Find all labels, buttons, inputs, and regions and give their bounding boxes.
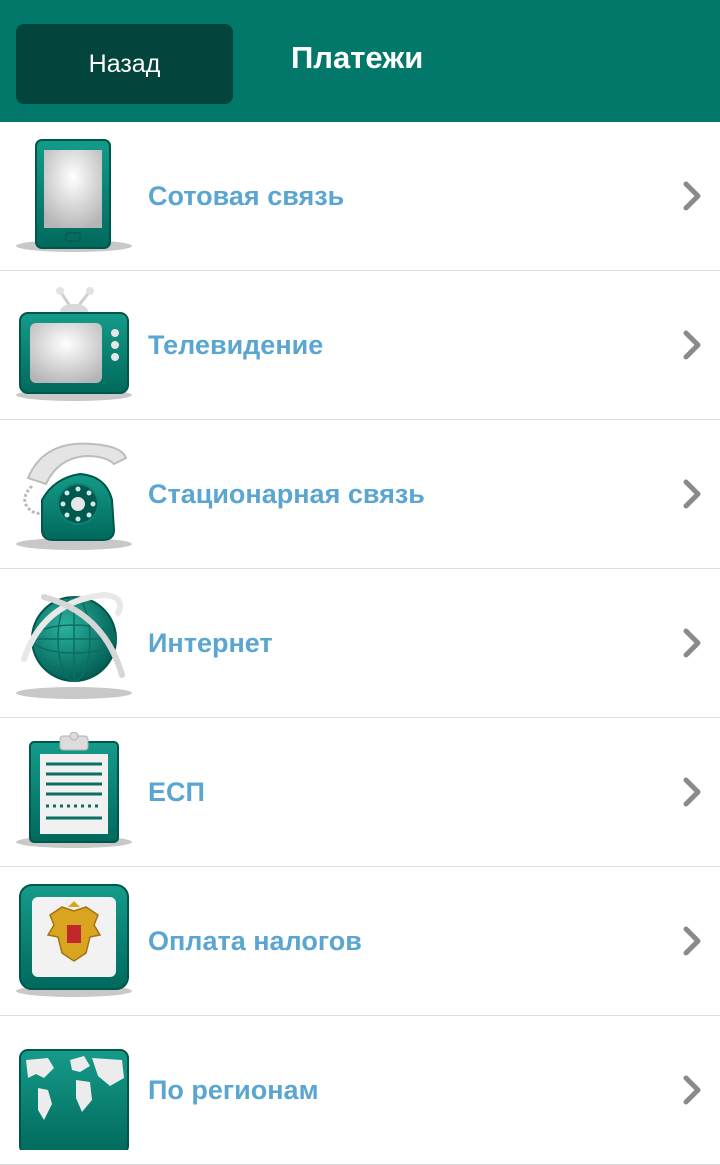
- chevron-right-icon: [682, 420, 706, 568]
- chevron-right-icon: [682, 1016, 706, 1164]
- payments-list: Сотовая связь Телевидение Стационарная с…: [0, 122, 720, 1165]
- item-label: Сотовая связь: [148, 180, 345, 211]
- list-item-landline[interactable]: Стационарная связь: [0, 420, 720, 569]
- list-item-tv[interactable]: Телевидение: [0, 271, 720, 420]
- tv-icon: [14, 285, 134, 405]
- list-item-taxes[interactable]: Оплата налогов: [0, 867, 720, 1016]
- item-label: Стационарная связь: [148, 478, 425, 509]
- app-header: Назад Платежи: [0, 0, 720, 122]
- chevron-right-icon: [682, 122, 706, 270]
- item-label: Телевидение: [148, 329, 324, 360]
- item-label: По регионам: [148, 1074, 319, 1105]
- list-item-mobile[interactable]: Сотовая связь: [0, 122, 720, 271]
- item-label: ЕСП: [148, 776, 205, 807]
- mobile-phone-icon: [14, 136, 134, 256]
- chevron-right-icon: [682, 718, 706, 866]
- chevron-right-icon: [682, 569, 706, 717]
- item-label: Оплата налогов: [148, 925, 362, 956]
- chevron-right-icon: [682, 867, 706, 1015]
- page-title: Платежи: [291, 40, 424, 75]
- back-button[interactable]: Назад: [16, 24, 233, 104]
- list-item-internet[interactable]: Интернет: [0, 569, 720, 718]
- clipboard-icon: [14, 732, 134, 852]
- landline-phone-icon: [14, 434, 134, 554]
- globe-icon: [14, 583, 134, 703]
- coat-of-arms-icon: [14, 881, 134, 1001]
- item-label: Интернет: [148, 627, 273, 658]
- world-map-icon: [14, 1030, 134, 1150]
- list-item-esp[interactable]: ЕСП: [0, 718, 720, 867]
- chevron-right-icon: [682, 271, 706, 419]
- list-item-regions[interactable]: По регионам: [0, 1016, 720, 1165]
